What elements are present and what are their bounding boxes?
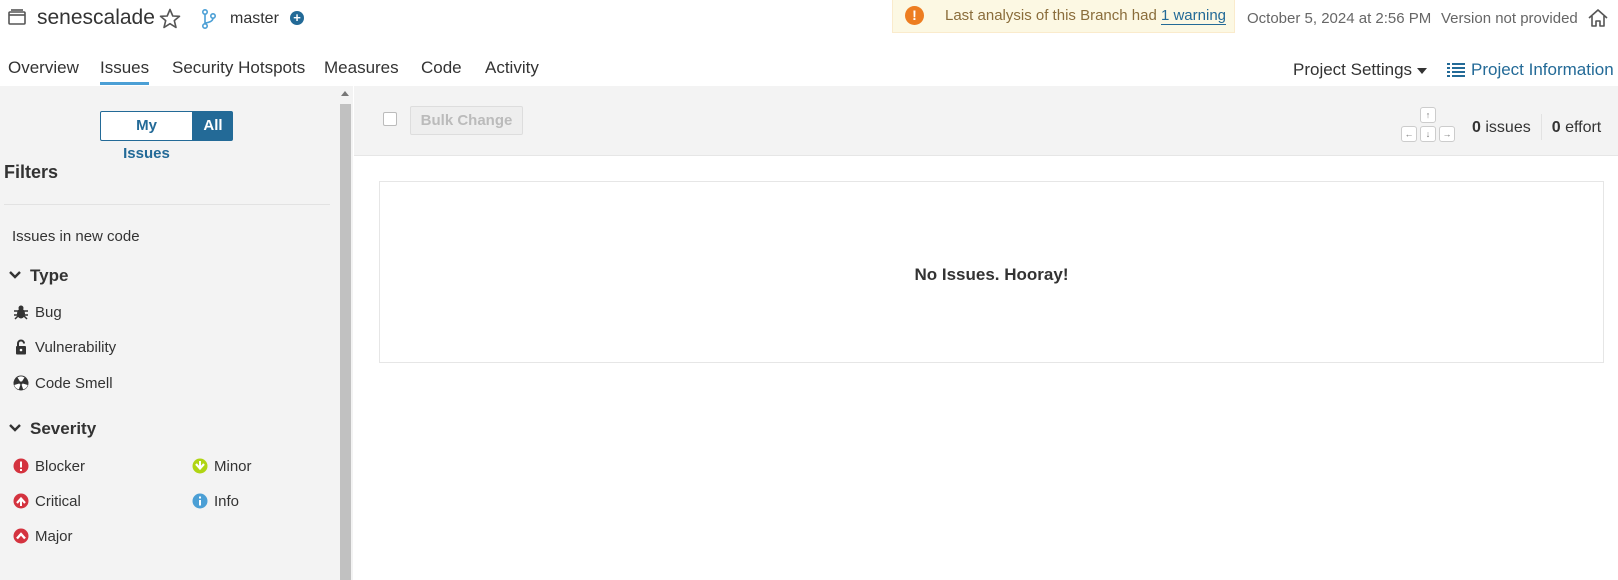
severity-critical[interactable]: Critical <box>13 493 81 510</box>
severity-info-label: Info <box>214 493 240 510</box>
effort-label: effort <box>1565 119 1602 136</box>
key-left-hint: ← <box>1401 126 1417 142</box>
warning-message: Last analysis of this Branch had <box>945 7 1157 24</box>
key-up-hint: ↑ <box>1420 107 1436 123</box>
severity-major-label: Major <box>35 528 73 545</box>
sidebar-scrollbar[interactable] <box>338 86 353 580</box>
severity-critical-label: Critical <box>35 493 81 510</box>
chevron-down-icon <box>9 271 21 279</box>
tab-measures[interactable]: Measures <box>324 58 399 78</box>
issues-in-new-code-filter[interactable]: Issues in new code <box>12 228 140 245</box>
key-down-hint: ↓ <box>1420 126 1436 142</box>
analysis-date: October 5, 2024 at 2:56 PM <box>1247 10 1432 27</box>
home-icon[interactable] <box>1587 8 1609 28</box>
severity-major[interactable]: Major <box>13 528 73 545</box>
select-all-checkbox[interactable] <box>383 112 397 126</box>
issues-scope-toggle: My Issues All <box>100 111 233 162</box>
caret-down-icon <box>1417 67 1428 74</box>
project-nav: Overview Issues Security Hotspots Measur… <box>0 52 1618 86</box>
bulk-change-button[interactable]: Bulk Change <box>410 106 523 135</box>
minor-icon <box>192 458 208 474</box>
severity-blocker-label: Blocker <box>35 458 86 475</box>
severity-facet-title: Severity <box>30 419 97 438</box>
warning-link[interactable]: 1 warning <box>1160 7 1227 25</box>
type-bug[interactable]: Bug <box>13 304 62 321</box>
project-settings-menu[interactable]: Project Settings <box>1293 60 1428 80</box>
type-code-smell-label: Code Smell <box>35 375 113 392</box>
project-information-label: Project Information <box>1471 60 1614 79</box>
all-issues-button[interactable]: All <box>193 111 233 141</box>
type-vulnerability-label: Vulnerability <box>35 339 117 356</box>
divider <box>4 204 330 205</box>
type-bug-label: Bug <box>35 304 62 321</box>
warning-text: Last analysis of this Branch had 1 warni… <box>945 7 1227 25</box>
tab-issues[interactable]: Issues <box>100 58 150 85</box>
empty-message: No Issues. Hooray! <box>914 265 1069 284</box>
version-label: Version not provided <box>1441 10 1578 27</box>
branch-icon <box>201 8 217 30</box>
top-bar: senescalade master + ! Last analysis of … <box>0 0 1618 38</box>
severity-minor[interactable]: Minor <box>192 458 252 475</box>
severity-blocker[interactable]: Blocker <box>13 458 85 475</box>
list-icon <box>1447 63 1465 77</box>
type-facet-header[interactable]: Type <box>8 266 68 286</box>
type-facet-title: Type <box>30 266 69 285</box>
filters-title: Filters <box>4 162 59 182</box>
project-information-link[interactable]: Project Information <box>1447 60 1614 80</box>
star-icon[interactable] <box>158 7 182 31</box>
unlocked-icon <box>16 339 26 355</box>
divider <box>1540 114 1542 140</box>
issues-label: issues <box>1485 119 1531 136</box>
tab-activity[interactable]: Activity <box>485 58 539 78</box>
branch-name[interactable]: master <box>230 10 279 28</box>
scrollbar-thumb[interactable] <box>340 104 351 580</box>
project-name[interactable]: senescalade <box>37 6 155 30</box>
issue-counts: 0 issues 0 effort <box>1472 114 1601 140</box>
tab-overview[interactable]: Overview <box>8 58 79 78</box>
my-issues-button[interactable]: My Issues <box>100 111 193 162</box>
analysis-warning-banner: ! Last analysis of this Branch had 1 war… <box>892 0 1235 33</box>
chevron-down-icon <box>9 424 21 432</box>
key-right-hint: → <box>1439 126 1455 142</box>
scroll-up-arrow-icon[interactable] <box>341 91 349 96</box>
code-smell-icon <box>13 375 29 391</box>
add-branch-icon[interactable]: + <box>290 11 304 25</box>
issues-toolbar: Bulk Change ↑ ← ↓ → 0 issues 0 effort <box>354 86 1618 156</box>
issues-empty-state: No Issues. Hooray! <box>379 181 1604 363</box>
type-vulnerability[interactable]: Vulnerability <box>13 339 116 356</box>
type-code-smell[interactable]: Code Smell <box>13 375 113 392</box>
warning-icon: ! <box>905 6 924 25</box>
filters-sidebar: My Issues All Filters Issues in new code… <box>0 86 338 580</box>
severity-info[interactable]: Info <box>192 493 239 510</box>
tab-security-hotspots[interactable]: Security Hotspots <box>172 58 305 78</box>
severity-facet-header[interactable]: Severity <box>8 419 96 439</box>
tab-code[interactable]: Code <box>421 58 462 78</box>
major-icon <box>13 528 29 544</box>
project-settings-label: Project Settings <box>1293 60 1413 79</box>
info-icon <box>192 493 208 509</box>
blocker-icon <box>13 458 29 474</box>
issues-count: 0 <box>1472 119 1481 136</box>
bug-icon <box>14 305 28 320</box>
severity-minor-label: Minor <box>214 458 252 475</box>
effort-count: 0 <box>1551 119 1561 136</box>
critical-icon <box>13 493 29 509</box>
project-icon <box>8 9 26 25</box>
